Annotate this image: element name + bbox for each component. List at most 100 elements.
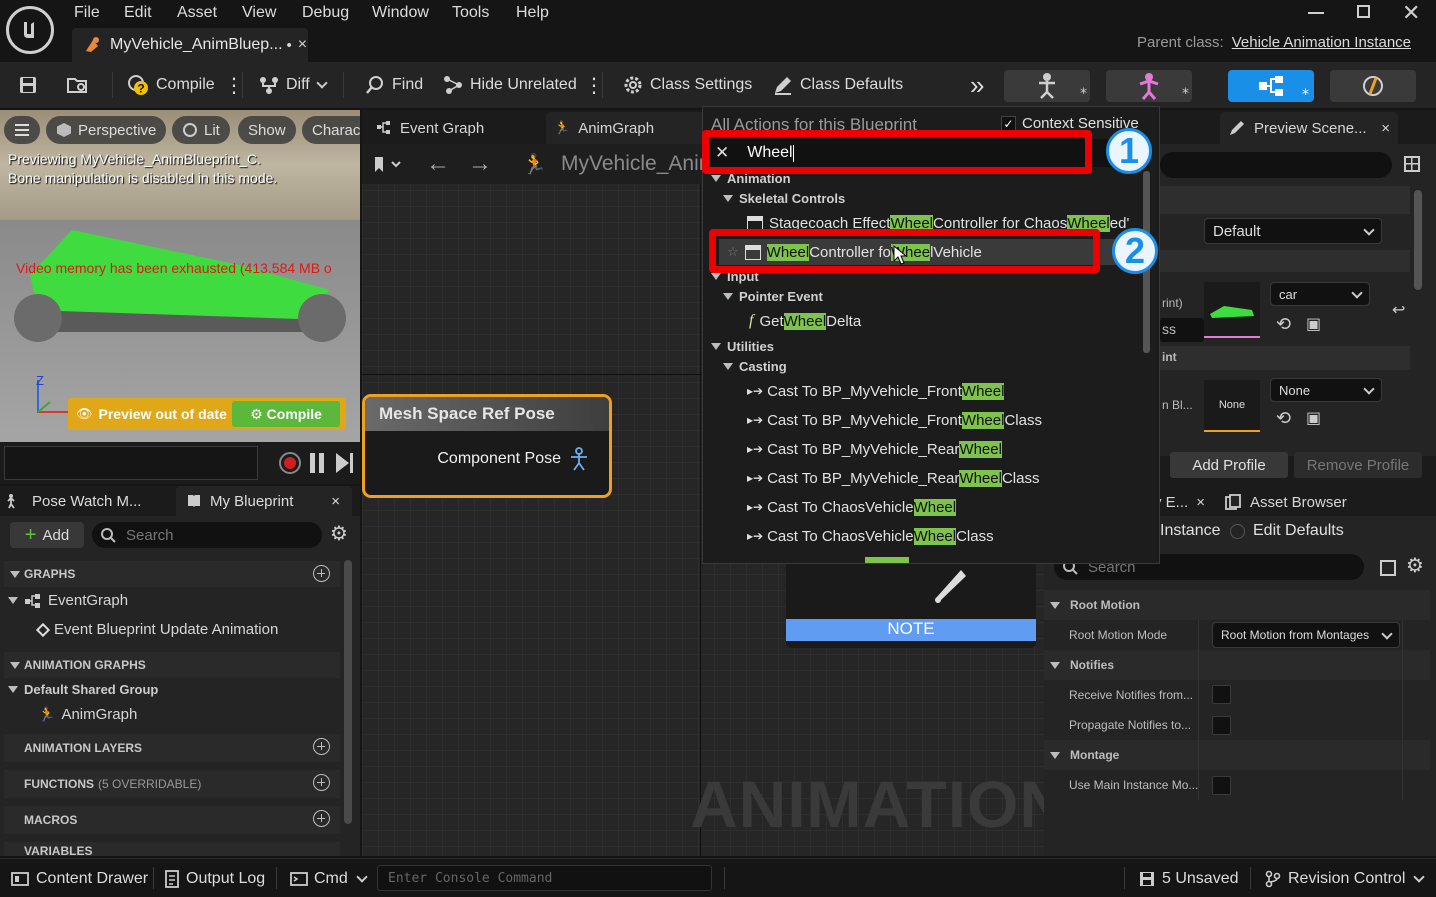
more-tools-button[interactable]: » [970, 62, 984, 108]
default-shared-group[interactable]: Default Shared Group [8, 682, 158, 697]
add-profile-button[interactable]: Add Profile [1170, 452, 1288, 478]
use-main-instance-checkbox[interactable] [1212, 776, 1231, 795]
reset-to-default-icon[interactable]: ↩ [1392, 300, 1405, 320]
event-blueprint-update[interactable]: Event Blueprint Update Animation [35, 621, 278, 638]
add-function-button[interactable] [313, 774, 330, 791]
section-animation-graphs[interactable]: ANIMATION GRAPHS [4, 652, 340, 678]
tab-animgraph[interactable]: 🏃 AnimGraph [546, 112, 716, 144]
instance-option[interactable]: Instance [1160, 522, 1220, 540]
details-settings-button[interactable]: ⚙ [1406, 556, 1424, 576]
blueprint-settings-button[interactable]: ⚙ [330, 524, 348, 544]
tab-my-blueprint[interactable]: My Blueprint × [176, 486, 352, 516]
revision-control-button[interactable]: Revision Control [1264, 859, 1426, 897]
restore-button[interactable] [1357, 5, 1370, 18]
compile-options-button[interactable]: ⋮ [224, 62, 244, 108]
tab-pose-watch[interactable]: Pose Watch M... [6, 486, 141, 516]
viewport-menu-button[interactable] [4, 116, 40, 144]
category-montage[interactable]: Montage [1044, 740, 1430, 770]
section-graphs[interactable]: GRAPHS [4, 561, 340, 587]
preview-search-input[interactable] [1160, 152, 1392, 178]
hide-unrelated-button[interactable]: Hide Unrelated [442, 62, 577, 108]
category-notifies[interactable]: Notifies [1044, 650, 1430, 680]
document-tab[interactable]: MyVehicle_AnimBluep... • × [72, 28, 308, 62]
class-defaults-button[interactable]: Class Defaults [772, 62, 903, 108]
menu-help[interactable]: Help [516, 4, 549, 22]
action-cast-item[interactable]: ▸➔ Cast To BP_MyVehicle_Rear Wheel [747, 436, 1002, 462]
content-drawer-button[interactable]: Content Drawer [10, 859, 148, 897]
menu-window[interactable]: Window [372, 4, 429, 22]
menu-asset[interactable]: Asset [177, 4, 217, 22]
add-layer-button[interactable] [313, 738, 330, 755]
mesh-dropdown[interactable]: car [1270, 282, 1370, 306]
add-button[interactable]: + Add [10, 522, 84, 548]
back-button[interactable]: ← [426, 150, 450, 178]
section-animation-layers[interactable]: ANIMATION LAYERS [4, 734, 340, 762]
tab-preview-scene-close[interactable]: × [1381, 120, 1390, 137]
menu-edit[interactable]: Edit [124, 4, 152, 22]
tab-asset-browser[interactable]: Asset Browser [1224, 488, 1347, 516]
mesh-thumbnail[interactable] [1204, 282, 1260, 338]
use-selected-icon[interactable]: ⟲ [1276, 408, 1291, 429]
graph-mode-button[interactable]: * [1228, 70, 1314, 102]
add-macro-button[interactable] [313, 810, 330, 827]
action-cast-item[interactable]: ▸➔ Cast To ChaosVehicle Wheel Class [747, 523, 994, 549]
animgraph-item[interactable]: 🏃 AnimGraph [38, 706, 137, 723]
note-node[interactable]: NOTE [786, 558, 1036, 648]
mesh-mode-button[interactable]: * [1106, 70, 1192, 102]
action-cast-item[interactable]: ▸➔ Cast To BP_MyVehicle_Rear Wheel Class [747, 465, 1039, 491]
tab-details-close[interactable]: × [1196, 494, 1205, 511]
blueprint-scrollbar[interactable] [344, 560, 352, 824]
category-pointer-event[interactable]: Pointer Event [723, 289, 823, 304]
category-casting[interactable]: Casting [723, 359, 787, 374]
action-cast-item[interactable]: ▸➔ Cast To BP_MyVehicle_Front Wheel [747, 378, 1005, 404]
character-button[interactable]: Charac [302, 116, 360, 144]
find-button[interactable]: Find [364, 62, 423, 108]
menu-view[interactable]: View [242, 4, 276, 22]
action-cast-item[interactable]: ▸➔ Cast To BP_MyVehicle_Front Wheel Class [747, 407, 1042, 433]
forward-button[interactable]: → [468, 150, 492, 178]
action-get-wheel-delta[interactable]: f Get Wheel Delta [749, 308, 861, 334]
tab-event-graph[interactable]: Event Graph [368, 112, 492, 144]
hide-unrelated-options-button[interactable]: ⋮ [584, 62, 604, 108]
receive-notifies-checkbox[interactable] [1212, 685, 1231, 704]
mesh-space-ref-pose-node[interactable]: Mesh Space Ref Pose Component Pose [362, 394, 612, 498]
compile-button[interactable]: ? Compile [126, 62, 215, 108]
lit-button[interactable]: Lit [172, 116, 230, 144]
skeleton-mode-button[interactable]: * [1004, 70, 1090, 102]
action-cast-item[interactable]: ▸➔ Cast To ChaosVehicle Wheel [747, 494, 957, 520]
class-settings-button[interactable]: Class Settings [622, 62, 752, 108]
document-tab-close[interactable]: × [298, 36, 307, 54]
blueprint-search-input[interactable]: Search [92, 522, 322, 548]
perspective-button[interactable]: Perspective [46, 116, 167, 144]
timeline-scrubber[interactable] [4, 446, 258, 480]
viewport-compile-button[interactable]: ⚙ Compile [232, 401, 340, 427]
record-button[interactable] [279, 452, 301, 474]
pose-pin-icon[interactable] [569, 447, 589, 471]
category-root-motion[interactable]: Root Motion [1044, 590, 1430, 620]
category-skeletal-controls[interactable]: Skeletal Controls [723, 191, 845, 206]
output-log-button[interactable]: Output Log [164, 859, 265, 897]
remove-profile-button[interactable]: Remove Profile [1294, 452, 1422, 478]
close-window-button[interactable]: ✕ [1402, 0, 1420, 26]
physics-mode-button[interactable] [1330, 70, 1416, 102]
console-input[interactable]: Enter Console Command [377, 865, 712, 891]
diff-button[interactable]: Diff [258, 62, 328, 108]
anim-thumbnail[interactable]: None [1204, 380, 1260, 432]
graph-breadcrumb[interactable]: MyVehicle_Anim [561, 152, 716, 176]
preview-viewport[interactable]: Perspective Lit Show Charac Previewing M… [0, 110, 360, 442]
table-view-icon[interactable] [1404, 156, 1420, 172]
context-sensitive-checkbox[interactable]: ✓ [1001, 116, 1016, 131]
menu-file[interactable]: File [74, 4, 100, 22]
root-motion-mode-dropdown[interactable]: Root Motion from Montages [1212, 622, 1400, 648]
tab-my-blueprint-close[interactable]: × [331, 493, 340, 510]
minimize-button[interactable] [1308, 12, 1324, 14]
profile-dropdown[interactable]: Default [1204, 218, 1382, 244]
menu-debug[interactable]: Debug [302, 4, 349, 22]
use-selected-icon[interactable]: ⟲ [1276, 314, 1291, 335]
menu-tools[interactable]: Tools [452, 4, 489, 22]
edit-defaults-option[interactable]: Edit Defaults [1230, 522, 1344, 540]
parent-class-link[interactable]: Vehicle Animation Instance [1232, 34, 1411, 51]
section-functions[interactable]: FUNCTIONS (5 OVERRIDABLE) [4, 770, 340, 798]
graph-item-eventgraph[interactable]: EventGraph [8, 592, 128, 609]
category-utilities[interactable]: Utilities [711, 339, 774, 354]
